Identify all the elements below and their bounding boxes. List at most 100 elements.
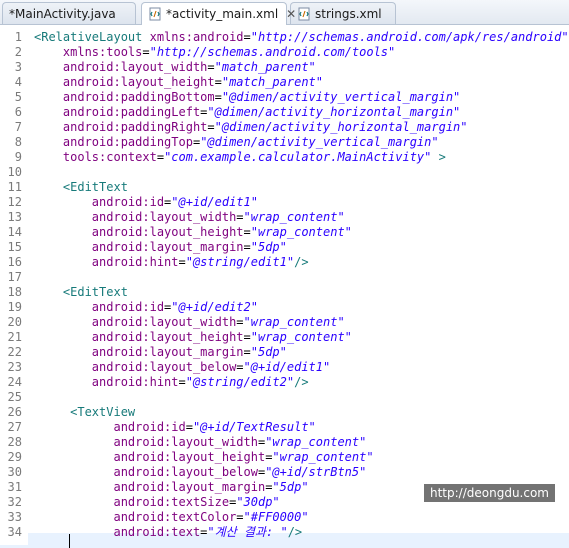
- line-number: 29: [7, 450, 22, 464]
- line-number: 32: [7, 495, 22, 509]
- code-token: android:layout_height: [34, 225, 244, 239]
- code-token: "wrap_content": [250, 330, 352, 344]
- code-text: <TextView: [34, 405, 135, 420]
- code-token: android:textSize: [34, 495, 230, 509]
- code-text: <EditText: [34, 285, 128, 300]
- code-token: <EditText: [34, 180, 128, 194]
- code-token: "com.example.calculator.MainActivity": [164, 150, 432, 164]
- code-token: "wrap_content": [250, 225, 352, 239]
- code-token: "wrap_content": [243, 315, 345, 329]
- line-number: 10: [7, 165, 22, 179]
- code-line: 27 android:id="@+id/TextResult": [0, 420, 569, 435]
- code-token: "@dimen/activity_vertical_margin": [221, 90, 461, 104]
- code-token: android:id: [34, 195, 165, 209]
- tab-mainactivity-java[interactable]: *MainActivity.java: [2, 2, 136, 24]
- code-line: 24 android:hint="@string/edit2"/>: [0, 375, 569, 390]
- code-text: android:layout_width="match_parent": [34, 60, 316, 75]
- line-number: 19: [7, 300, 22, 314]
- code-line: 12 android:id="@+id/edit1": [0, 195, 569, 210]
- code-text: android:layout_height="match_parent": [34, 75, 323, 90]
- code-line: 15 android:layout_margin="5dp": [0, 240, 569, 255]
- code-token: "#FF0000": [243, 510, 309, 524]
- code-text: android:textSize="30dp": [34, 495, 279, 510]
- tab-label: strings.xml: [315, 6, 382, 21]
- xml-file-icon: [148, 7, 162, 21]
- code-token: =: [185, 420, 193, 434]
- code-text: android:layout_margin="5dp": [34, 480, 309, 495]
- line-number: 31: [7, 480, 22, 494]
- close-icon[interactable]: ✕: [286, 7, 296, 21]
- xml-code-editor[interactable]: 1 <RelativeLayout xmlns:android="http://s…: [0, 25, 569, 548]
- code-token: "wrap_content": [265, 435, 367, 449]
- code-line: 26 <TextView: [0, 405, 569, 420]
- code-token: =: [236, 315, 244, 329]
- code-token: =: [214, 75, 222, 89]
- line-number: 23: [7, 360, 22, 374]
- code-token: =: [243, 330, 251, 344]
- code-line: 5 android:paddingBottom="@dimen/activity…: [0, 90, 569, 105]
- tab-strings-xml[interactable]: strings.xml: [290, 2, 396, 24]
- code-token: =: [214, 90, 222, 104]
- code-token: android:hint: [34, 375, 179, 389]
- line-number: 6: [14, 105, 22, 119]
- line-number: 13: [7, 210, 22, 224]
- code-token: "5dp": [272, 480, 309, 494]
- code-token: =: [236, 210, 244, 224]
- tab-activity-main-xml[interactable]: *activity_main.xml ✕: [141, 2, 296, 25]
- code-text: android:hint="@string/edit1"/>: [34, 255, 309, 270]
- code-line: 11 <EditText: [0, 180, 569, 195]
- code-token: android:id: [34, 420, 186, 434]
- code-text: android:layout_height="wrap_content": [34, 225, 352, 240]
- code-token: android:layout_margin: [34, 345, 244, 359]
- tab-label: *MainActivity.java: [9, 6, 116, 21]
- code-token: xmlns:android: [149, 30, 244, 44]
- code-token: "match_parent": [221, 75, 324, 89]
- code-token: "@+id/TextResult": [192, 420, 316, 434]
- code-text: android:id="@+id/TextResult": [34, 420, 316, 435]
- code-token: =: [243, 30, 251, 44]
- line-number: 2: [14, 45, 22, 59]
- code-token: "wrap_content": [272, 450, 374, 464]
- code-token: =: [156, 150, 165, 164]
- code-text: android:paddingTop="@dimen/activity_vert…: [34, 135, 439, 150]
- line-number: 33: [7, 510, 22, 524]
- code-text: android:layout_height="wrap_content": [34, 330, 352, 345]
- code-token: "@+id/edit2": [171, 300, 258, 314]
- code-token: "@dimen/activity_horizontal_margin": [214, 120, 468, 134]
- line-number: 24: [7, 375, 22, 389]
- code-token: "match_parent": [214, 60, 316, 74]
- code-token: "@string/edit2": [185, 375, 295, 389]
- line-number: 30: [7, 465, 22, 479]
- code-line: 34 android:text="계산 결과: "/>: [0, 525, 569, 540]
- code-text: android:paddingRight="@dimen/activity_ho…: [34, 120, 468, 135]
- code-line: 29 android:layout_height="wrap_content": [0, 450, 569, 465]
- code-token: "http://schemas.android.com/tools": [149, 45, 396, 59]
- code-line: 9 tools:context="com.example.calculator.…: [0, 150, 569, 165]
- line-number: 20: [7, 315, 22, 329]
- code-line: 33 android:textColor="#FF0000": [0, 510, 569, 525]
- xml-file-icon: [297, 7, 311, 21]
- code-line: 19 android:id="@+id/edit2": [0, 300, 569, 315]
- code-text: android:layout_below="@+id/edit1": [34, 360, 330, 375]
- line-number: 17: [7, 270, 22, 284]
- line-number: 11: [7, 180, 22, 194]
- code-token: "5dp": [250, 240, 287, 254]
- tab-label: *activity_main.xml: [166, 7, 279, 21]
- code-text: tools:context="com.example.calculator.Ma…: [34, 150, 446, 165]
- code-line: 22 android:layout_margin="5dp": [0, 345, 569, 360]
- code-text: android:layout_margin="5dp": [34, 345, 287, 360]
- line-number: 9: [14, 150, 22, 164]
- code-token: android:paddingBottom: [34, 90, 215, 104]
- code-line: 14 android:layout_height="wrap_content": [0, 225, 569, 240]
- code-token: "wrap_content": [243, 210, 345, 224]
- code-text: xmlns:tools="http://schemas.android.com/…: [34, 45, 395, 60]
- code-line: 3 android:layout_width="match_parent": [0, 60, 569, 75]
- line-number: 7: [14, 120, 22, 134]
- line-number: 8: [14, 135, 22, 149]
- line-number: 12: [7, 195, 22, 209]
- line-number: 5: [14, 90, 22, 104]
- code-token: android:id: [34, 300, 165, 314]
- code-line: 7 android:paddingRight="@dimen/activity_…: [0, 120, 569, 135]
- code-line: 25: [0, 390, 569, 405]
- text-caret: [69, 534, 70, 548]
